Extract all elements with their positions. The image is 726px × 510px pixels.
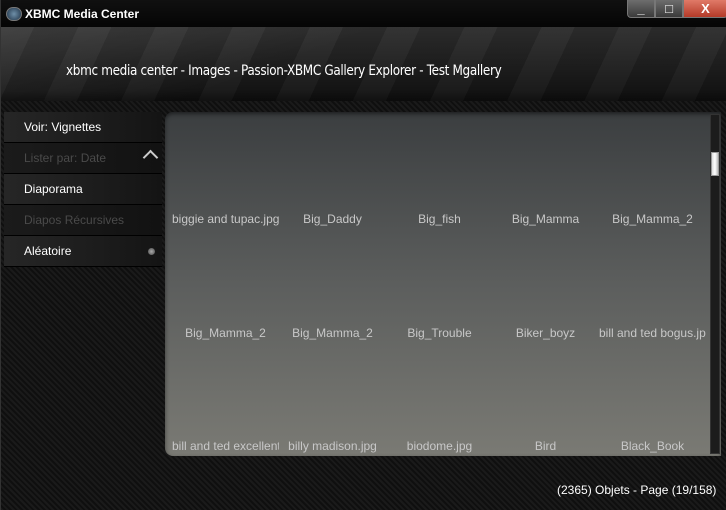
grid-item[interactable]: Big_Trouble (386, 326, 493, 340)
grid-item[interactable]: Big_Mamma_2 (599, 212, 706, 226)
sidebar: Voir: Vignettes Lister par: Date Diapora… (4, 112, 162, 267)
minimize-icon: _ (637, 1, 645, 16)
minimize-button[interactable]: _ (627, 0, 655, 18)
close-icon: X (701, 1, 710, 16)
thumbnail-grid: biggie and tupac.jpg Big_Daddy Big_fish … (165, 112, 721, 456)
maximize-button[interactable]: □ (655, 0, 683, 18)
grid-item[interactable]: Big_fish (386, 212, 493, 226)
grid-item[interactable]: biodome.jpg (386, 439, 493, 453)
sidebar-item-label: Aléatoire (24, 244, 72, 258)
sidebar-item-view[interactable]: Voir: Vignettes (4, 112, 162, 143)
sidebar-item-label: Diapos Récursives (24, 213, 125, 227)
grid-item[interactable]: Big_Mamma (492, 212, 599, 226)
header: xbmc media center - Images - Passion-XBM… (1, 27, 726, 112)
sidebar-item-label: Diaporama (24, 182, 83, 196)
vertical-scrollbar[interactable] (710, 114, 720, 454)
chevron-up-icon (142, 149, 159, 166)
sidebar-item-sort-by[interactable]: Lister par: Date (4, 143, 162, 174)
close-button[interactable]: X (683, 0, 726, 18)
sidebar-item-label: Lister par: Date (24, 151, 107, 165)
grid-item[interactable]: Bird (492, 439, 599, 453)
grid-item[interactable]: Black_Book (599, 439, 706, 453)
sidebar-item-random[interactable]: Aléatoire (4, 236, 162, 267)
radio-indicator-icon (148, 248, 155, 255)
maximize-icon: □ (665, 1, 673, 16)
sidebar-item-recursive-slideshow[interactable]: Diapos Récursives (4, 205, 162, 236)
grid-item[interactable]: bill and ted bogus.jpg (599, 326, 706, 340)
title-bar[interactable]: XBMC Media Center _ □ X (1, 0, 726, 27)
sidebar-item-slideshow[interactable]: Diaporama (4, 174, 162, 205)
window-title: XBMC Media Center (25, 7, 140, 21)
item-count-status: (2365) Objets - Page (19/158) (557, 483, 717, 497)
grid-item[interactable]: biggie and tupac.jpg (172, 212, 279, 226)
grid-item[interactable]: Big_Daddy (279, 212, 386, 226)
scrollbar-thumb[interactable] (711, 152, 719, 176)
grid-item[interactable]: bill and ted excellent.j (172, 439, 279, 453)
grid-item[interactable]: Big_Mamma_2 (279, 326, 386, 340)
grid-item[interactable]: billy madison.jpg (279, 439, 386, 453)
xbmc-logo-icon (6, 7, 22, 21)
xbmc-window: XBMC Media Center _ □ X xbmc media cente… (0, 0, 726, 510)
grid-item[interactable]: Big_Mamma_2 (172, 326, 279, 340)
sidebar-item-label: Voir: Vignettes (24, 120, 102, 134)
breadcrumb: xbmc media center - Images - Passion-XBM… (66, 63, 502, 79)
grid-item[interactable]: Biker_boyz (492, 326, 599, 340)
window-controls: _ □ X (627, 0, 726, 20)
